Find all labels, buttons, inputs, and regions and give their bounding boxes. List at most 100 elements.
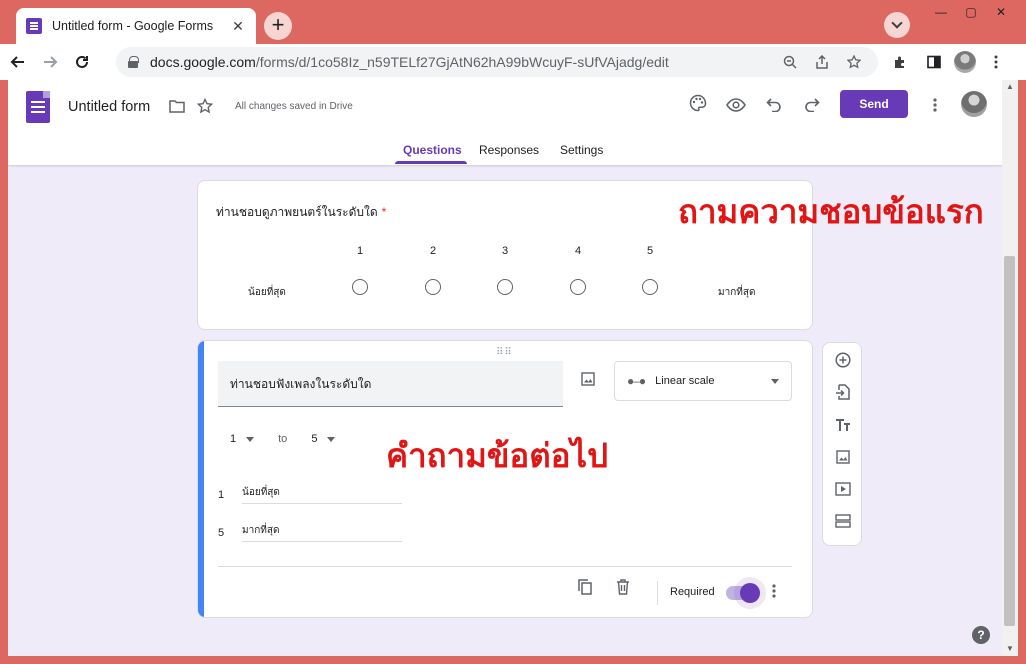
- lock-icon: [128, 56, 139, 68]
- delete-trash-icon[interactable]: [611, 579, 635, 603]
- url-text[interactable]: docs.google.com/forms/d/1co58Iz_n59TELf2…: [150, 54, 770, 70]
- undo-icon[interactable]: [760, 94, 788, 122]
- forward-arrow-icon: [44, 56, 58, 68]
- duplicate-icon[interactable]: [573, 579, 597, 603]
- scale-number: 1: [356, 245, 364, 257]
- tab-questions[interactable]: Questions: [403, 143, 462, 157]
- question-more-icon[interactable]: [764, 581, 784, 605]
- form-title[interactable]: Untitled form: [68, 99, 150, 115]
- annotation-next-question: คำถามข้อต่อไป: [386, 437, 609, 474]
- question-type-label: Linear scale: [655, 375, 715, 387]
- question-card-1[interactable]: ท่านชอบดูภาพยนตร์ในระดับใด * 1 2 3 4 5 น้…: [197, 180, 984, 330]
- more-options-icon[interactable]: [921, 94, 949, 122]
- reload-icon: [76, 55, 88, 68]
- chevron-down-icon[interactable]: [246, 436, 255, 442]
- window-controls: — ▢ ✕: [926, 2, 1016, 22]
- tab-title: Untitled form - Google Forms: [52, 19, 214, 33]
- import-questions-icon[interactable]: [831, 383, 855, 407]
- extension-area: [886, 48, 1010, 76]
- tab-settings[interactable]: Settings: [560, 143, 603, 157]
- scale-radio-1[interactable]: [352, 279, 368, 295]
- chevron-down-icon[interactable]: [327, 436, 336, 442]
- add-image-icon[interactable]: [576, 369, 600, 393]
- scale-radio-5[interactable]: [642, 279, 658, 295]
- add-title-text-icon[interactable]: [831, 415, 855, 439]
- high-label-row: 5 มากที่สุด: [218, 523, 402, 542]
- scale-number: 3: [501, 245, 509, 257]
- forms-header: Untitled form All changes saved in Drive…: [8, 80, 1002, 165]
- scale-number: 4: [574, 245, 582, 257]
- bookmark-star-icon[interactable]: [842, 50, 866, 74]
- tab-search-button[interactable]: [884, 12, 910, 38]
- footer-separator: [657, 581, 658, 605]
- reload-button[interactable]: [68, 48, 96, 76]
- browser-tab[interactable]: Untitled form - Google Forms ✕: [16, 8, 256, 44]
- scroll-up-icon[interactable]: ▲: [1005, 82, 1015, 92]
- scale-radio-3[interactable]: [497, 279, 513, 295]
- required-toggle[interactable]: [726, 583, 760, 603]
- scroll-down-icon[interactable]: ▼: [1005, 644, 1015, 654]
- question-type-select[interactable]: ●–● Linear scale: [614, 361, 792, 401]
- add-video-icon[interactable]: [831, 479, 855, 503]
- preview-eye-icon[interactable]: [722, 94, 750, 122]
- question-2-title-input[interactable]: ท่านชอบฟังเพลงในระดับใด: [218, 361, 563, 407]
- required-label: Required: [670, 586, 715, 598]
- tab-responses[interactable]: Responses: [479, 143, 539, 157]
- range-to-value[interactable]: 5: [311, 433, 317, 445]
- maximize-button[interactable]: ▢: [956, 2, 986, 22]
- share-icon[interactable]: [810, 50, 834, 74]
- range-from-value[interactable]: 1: [230, 433, 236, 445]
- question-card-2[interactable]: ⠿⠿ ท่านชอบฟังเพลงในระดับใด ●–● Linear sc…: [197, 340, 813, 618]
- scale-low-label: น้อยที่สุด: [248, 287, 286, 298]
- close-window-button[interactable]: ✕: [986, 2, 1016, 22]
- back-button[interactable]: [4, 48, 32, 76]
- save-status: All changes saved in Drive: [235, 101, 353, 112]
- side-panel-icon[interactable]: [920, 48, 948, 76]
- high-label-number: 5: [218, 526, 225, 539]
- question-1-title-text: ท่านชอบดูภาพยนตร์ในระดับใด: [216, 205, 378, 219]
- toggle-knob: [740, 583, 760, 603]
- scale-high-label: มากที่สุด: [718, 287, 756, 298]
- required-asterisk: *: [381, 205, 387, 219]
- scroll-thumb[interactable]: [1004, 256, 1015, 626]
- scale-radio-4[interactable]: [570, 279, 586, 295]
- active-card-accent: [198, 341, 204, 617]
- redo-icon[interactable]: [798, 94, 826, 122]
- low-label-row: 1 น้อยที่สุด: [218, 485, 402, 504]
- forward-button[interactable]: [36, 48, 64, 76]
- minimize-button[interactable]: —: [926, 2, 956, 22]
- scale-number: 5: [646, 245, 654, 257]
- scale-number: 2: [429, 245, 437, 257]
- star-icon[interactable]: [194, 97, 216, 120]
- account-avatar[interactable]: [961, 91, 987, 117]
- browser-toolbar: docs.google.com/forms/d/1co58Iz_n59TELf2…: [0, 44, 1026, 80]
- google-forms-logo-icon[interactable]: [26, 91, 50, 123]
- page-scrollbar[interactable]: ▲ ▼: [1002, 80, 1018, 656]
- form-tabs: Questions Responses Settings: [8, 138, 1002, 165]
- extensions-puzzle-icon[interactable]: [886, 48, 914, 76]
- drag-handle-icon[interactable]: ⠿⠿: [496, 347, 513, 358]
- page-viewport: Untitled form All changes saved in Drive…: [8, 80, 1018, 656]
- zoom-icon[interactable]: [778, 50, 802, 74]
- folder-icon[interactable]: [166, 98, 188, 120]
- add-image-icon[interactable]: [831, 447, 855, 471]
- low-label-input[interactable]: น้อยที่สุด: [242, 485, 402, 504]
- scale-radio-2[interactable]: [425, 279, 441, 295]
- tab-strip: Untitled form - Google Forms ✕ + — ▢ ✕: [0, 0, 1026, 44]
- tab-close-icon[interactable]: ✕: [230, 18, 246, 35]
- help-icon[interactable]: ?: [972, 626, 990, 644]
- add-section-icon[interactable]: [831, 511, 855, 535]
- add-question-icon[interactable]: [831, 351, 855, 375]
- palette-icon[interactable]: [684, 94, 712, 122]
- google-forms-favicon-icon: [26, 18, 42, 34]
- new-tab-button[interactable]: +: [264, 12, 292, 40]
- address-bar[interactable]: docs.google.com/forms/d/1co58Iz_n59TELf2…: [116, 47, 878, 77]
- high-label-input[interactable]: มากที่สุด: [242, 523, 402, 542]
- browser-menu-icon[interactable]: [982, 48, 1010, 76]
- active-tab-indicator: [395, 161, 467, 164]
- question-1-title: ท่านชอบดูภาพยนตร์ในระดับใด *: [216, 203, 386, 222]
- back-arrow-icon: [10, 56, 24, 68]
- browser-profile-avatar[interactable]: [954, 51, 976, 73]
- chevron-down-icon: [771, 378, 779, 384]
- send-button[interactable]: Send: [840, 90, 908, 118]
